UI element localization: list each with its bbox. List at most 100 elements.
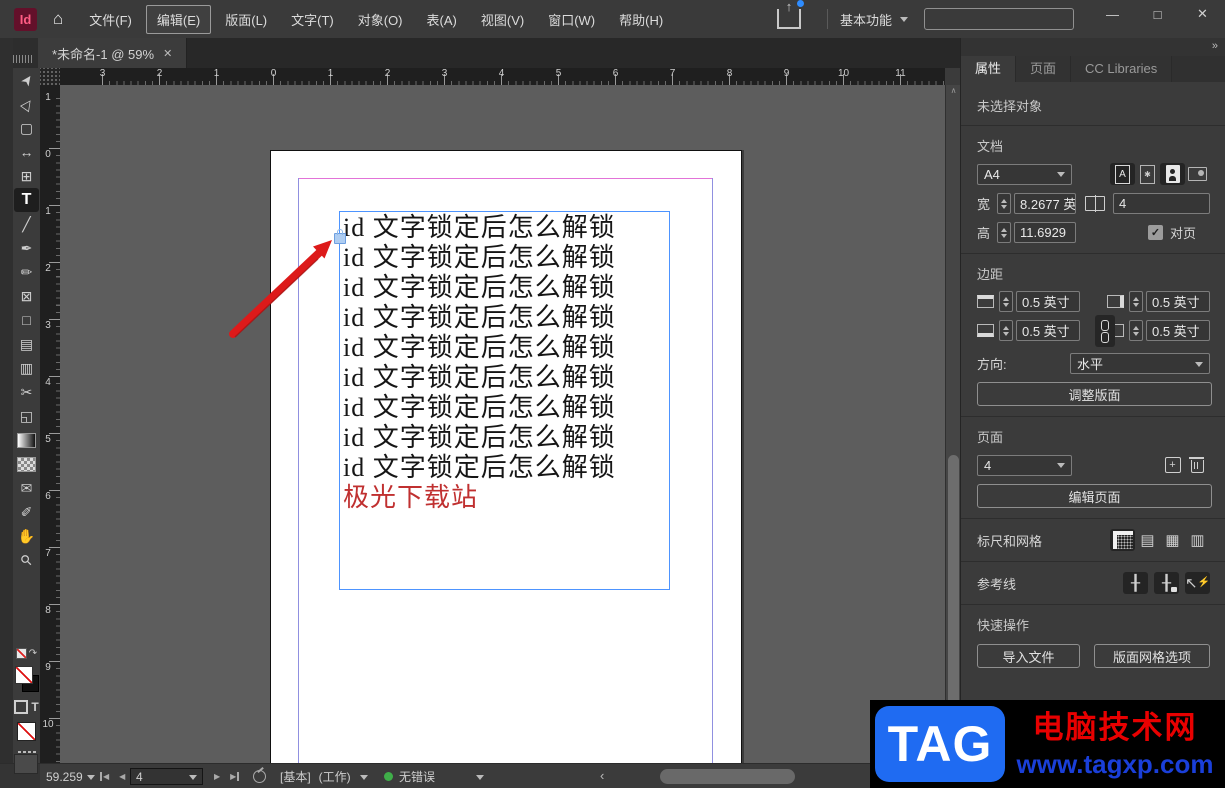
error-status[interactable]: 无错误 (399, 768, 435, 785)
document-tab[interactable]: *未命名-1 @ 59% ✕ (38, 38, 187, 68)
margin-right-stepper[interactable] (1129, 291, 1143, 312)
vertical-grid-tool[interactable]: ▥ (14, 356, 39, 380)
error-chevron-icon[interactable] (476, 775, 484, 784)
menu-item[interactable]: 版面(L) (215, 6, 277, 33)
maximize-button[interactable]: □ (1135, 0, 1180, 28)
doc-portrait-a-icon[interactable]: A (1110, 163, 1135, 185)
vertical-ruler[interactable]: 1012345678910 (40, 85, 61, 763)
facing-pages-checkbox[interactable]: ✓ (1148, 225, 1163, 240)
add-page-icon[interactable]: + (1160, 454, 1185, 476)
page-count-field[interactable]: 4 (1113, 193, 1210, 214)
direct-selection-tool[interactable]: ▷ (14, 92, 39, 116)
edit-pages-button[interactable]: 编辑页面 (977, 484, 1212, 508)
preset-chevron-icon[interactable] (360, 775, 368, 784)
height-stepper[interactable] (997, 222, 1011, 243)
scissors-tool[interactable]: ✂ (14, 380, 39, 404)
menu-item[interactable]: 编辑(E) (146, 5, 211, 34)
zoom-level[interactable]: 59.259 (46, 770, 83, 784)
orientation-portrait-icon[interactable] (1160, 163, 1185, 185)
preflight-profile[interactable]: (工作) (319, 768, 351, 785)
margin-right-field[interactable]: 0.5 英寸 (1146, 291, 1210, 312)
menu-item[interactable]: 表(A) (417, 6, 467, 33)
share-icon[interactable]: ↑ (777, 9, 801, 29)
margin-top-stepper[interactable] (999, 291, 1013, 312)
next-page-button[interactable]: ▶ (214, 772, 220, 781)
fill-swatch[interactable] (15, 666, 33, 684)
formatting-text-icon[interactable]: T (31, 700, 38, 714)
page-size-select[interactable]: A4 (977, 164, 1072, 185)
layout-grid-icon[interactable]: ▥ (1185, 529, 1210, 551)
pen-tool[interactable]: ✒ (14, 236, 39, 260)
margin-left-field[interactable]: 0.5 英寸 (1146, 320, 1210, 341)
canvas-pasteboard[interactable]: id 文字锁定后怎么解锁id 文字锁定后怎么解锁id 文字锁定后怎么解锁id 文… (60, 85, 945, 763)
gradient-feather-tool[interactable] (14, 452, 39, 476)
scroll-left-icon[interactable]: ‹ (600, 768, 604, 783)
content-collector-tool[interactable]: ⊞ (14, 164, 39, 188)
eyedropper-tool[interactable]: ✐ (14, 500, 39, 524)
layout-grid-options-button[interactable]: 版面网格选项 (1094, 644, 1210, 668)
delete-page-icon[interactable] (1185, 454, 1210, 476)
adjust-layout-button[interactable]: 调整版面 (977, 382, 1212, 406)
gap-tool[interactable]: ↔ (14, 140, 39, 164)
hand-tool[interactable]: ✋ (14, 524, 39, 548)
link-margins-icon[interactable] (1095, 315, 1115, 347)
first-page-button[interactable]: ◀ (100, 772, 109, 781)
ruler-icon[interactable] (1110, 529, 1135, 551)
scroll-up-icon[interactable]: ∧ (946, 86, 961, 95)
page-tool[interactable]: ▢ (14, 116, 39, 140)
preflight-icon[interactable] (253, 770, 266, 783)
rectangle-tool[interactable]: □ (14, 308, 39, 332)
panel-tab[interactable]: 属性 (961, 56, 1016, 82)
menu-item[interactable]: 帮助(H) (609, 6, 673, 33)
free-transform-tool[interactable]: ◱ (14, 404, 39, 428)
width-field[interactable]: 8.2677 英寸 (1014, 193, 1076, 214)
vertical-scrollbar[interactable]: ∧ (945, 85, 961, 763)
tab-close-icon[interactable]: ✕ (163, 47, 172, 60)
lock-guides-icon[interactable]: ╂ (1154, 572, 1179, 594)
width-stepper[interactable] (997, 193, 1011, 214)
gradient-tool[interactable] (14, 428, 39, 452)
prev-page-button[interactable]: ◀ (119, 772, 125, 781)
horizontal-scrollbar-thumb[interactable] (660, 769, 795, 784)
text-frame[interactable]: id 文字锁定后怎么解锁id 文字锁定后怎么解锁id 文字锁定后怎么解锁id 文… (339, 211, 670, 590)
document-grid-icon[interactable]: ▦ (1160, 529, 1185, 551)
zoom-tool[interactable]: ⚲ (14, 548, 39, 572)
import-file-button[interactable]: 导入文件 (977, 644, 1080, 668)
margin-bottom-field[interactable]: 0.5 英寸 (1016, 320, 1080, 341)
type-tool[interactable]: T (14, 188, 39, 212)
close-button[interactable]: ✕ (1180, 0, 1225, 28)
doc-bleed-icon[interactable]: ✱ (1135, 163, 1160, 185)
frame-lock-icon[interactable] (334, 233, 346, 244)
show-guides-icon[interactable]: ╂ (1123, 572, 1148, 594)
swap-fill-stroke-icon[interactable]: ↷ (29, 648, 37, 662)
formatting-container-icon[interactable] (14, 700, 28, 714)
preflight-preset[interactable]: [基本] (280, 768, 311, 785)
smart-guides-icon[interactable]: ↖⚡ (1185, 572, 1210, 594)
last-page-button[interactable]: ▶ (230, 772, 239, 781)
menu-item[interactable]: 文字(T) (281, 6, 344, 33)
mini-fill-icon[interactable] (16, 648, 27, 659)
panel-tab[interactable]: CC Libraries (1071, 56, 1172, 82)
ruler-origin-corner[interactable] (40, 68, 61, 86)
margin-bottom-stepper[interactable] (999, 320, 1013, 341)
height-field[interactable]: 11.6929 (1014, 222, 1076, 243)
preview-swatch[interactable] (14, 754, 38, 774)
menu-item[interactable]: 窗口(W) (538, 6, 605, 33)
horizontal-grid-tool[interactable]: ▤ (14, 332, 39, 356)
menu-item[interactable]: 视图(V) (471, 6, 534, 33)
page-number-field[interactable]: 4 (130, 768, 203, 785)
margin-left-stepper[interactable] (1129, 320, 1143, 341)
collapse-panel-icon[interactable]: » (1212, 40, 1216, 52)
apply-none-button[interactable] (17, 722, 36, 741)
pencil-tool[interactable]: ✏ (14, 260, 39, 284)
home-icon[interactable]: ⌂ (53, 9, 63, 29)
workspace-switcher[interactable]: 基本功能 (840, 10, 908, 29)
current-page-select[interactable]: 4 (977, 455, 1072, 476)
menu-item[interactable]: 文件(F) (79, 6, 142, 33)
zoom-chevron-icon[interactable] (87, 775, 95, 784)
app-logo-icon[interactable]: Id (14, 8, 37, 31)
baseline-grid-icon[interactable]: ▤ (1135, 529, 1160, 551)
selection-tool[interactable]: ➤ (14, 68, 39, 92)
orientation-landscape-icon[interactable] (1185, 163, 1210, 185)
search-input[interactable] (924, 8, 1074, 30)
